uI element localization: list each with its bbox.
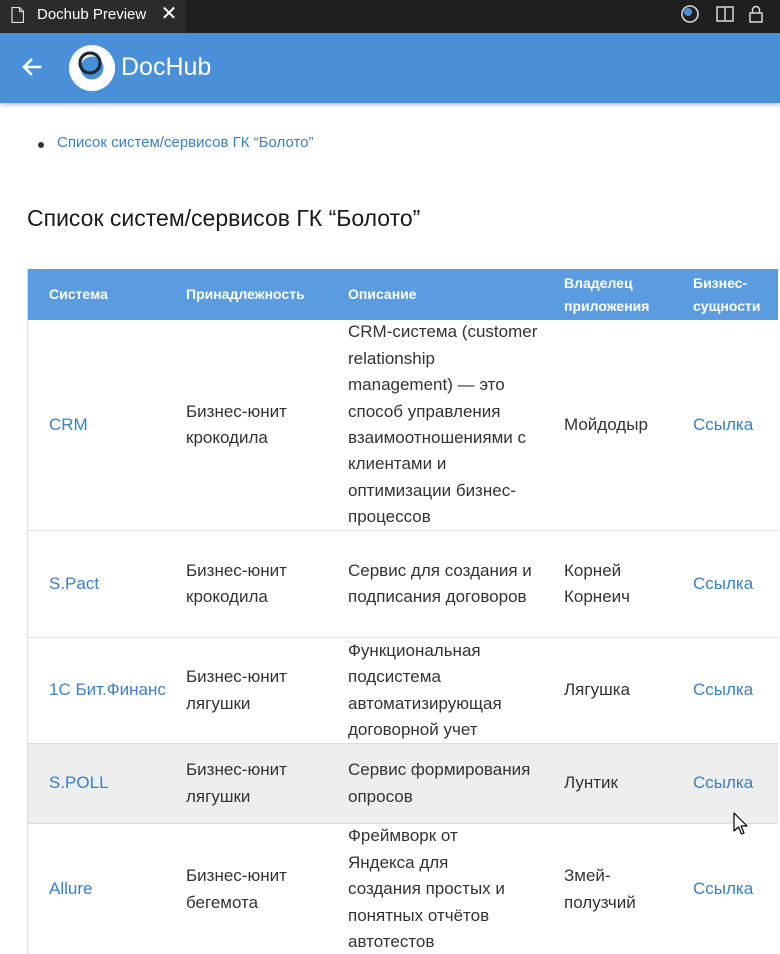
table-row: S.POLL Бизнес-юнит лягушки Сервис формир… — [28, 744, 778, 824]
ownership-cell: Бизнес-юнит бегемота — [186, 866, 287, 912]
ownership-cell: Бизнес-юнит крокодила — [186, 560, 287, 606]
system-link[interactable]: Allure — [49, 824, 179, 954]
file-icon — [11, 6, 25, 24]
table-row: 1С Бит.Финанс Бизнес-юнит лягушки Функци… — [28, 638, 778, 744]
back-arrow-icon[interactable] — [20, 55, 44, 79]
list-bullet — [38, 142, 44, 148]
table-row: S.Pact Бизнес-юнит крокодила Сервис для … — [28, 531, 778, 638]
close-icon[interactable]: ✕ — [160, 3, 178, 25]
page-title: Список систем/сервисов ГК “Болото” — [27, 205, 421, 231]
lock-icon[interactable] — [746, 4, 766, 24]
app-owner-cell: Мойдодыр — [564, 414, 648, 434]
mouse-cursor-icon — [733, 812, 751, 838]
tab-title: Dochub Preview — [37, 6, 147, 23]
tab-dochub-preview[interactable]: Dochub Preview ✕ — [0, 0, 186, 33]
app-owner-cell: Лягушка — [564, 680, 630, 700]
app-header: DocHub — [0, 33, 780, 103]
column-header-app-owner[interactable]: Владелец приложения — [564, 269, 664, 320]
description-cell: Функциональная подсистема автоматизирующ… — [348, 640, 502, 739]
app-owner-cell: Змей-полузчий — [564, 866, 636, 912]
split-editor-icon[interactable] — [715, 4, 735, 24]
system-link[interactable]: S.POLL — [49, 744, 179, 823]
toc-link[interactable]: Список систем/сервисов ГК “Болото” — [57, 134, 314, 151]
description-cell: CRM-система (customer relationship manag… — [348, 322, 538, 527]
description-cell: Фреймворк от Яндекса для создания просты… — [348, 826, 505, 952]
app-owner-cell: Корней Корнеич — [564, 560, 631, 606]
system-link[interactable]: 1С Бит.Финанс — [49, 638, 179, 743]
column-header-ownership[interactable]: Принадлежность — [186, 269, 336, 320]
editor-tab-bar: Dochub Preview ✕ — [0, 0, 780, 33]
app-owner-cell: Лунтик — [564, 773, 618, 793]
entities-link[interactable]: Ссылка — [693, 531, 779, 637]
table-header: Система Принадлежность Описание Владелец… — [28, 269, 778, 320]
entities-link[interactable]: Ссылка — [693, 320, 779, 530]
system-link[interactable]: S.Pact — [49, 531, 179, 637]
app-title: DocHub — [121, 53, 212, 81]
table-row: CRM Бизнес-юнит крокодила CRM-система (c… — [28, 320, 778, 531]
ownership-cell: Бизнес-юнит крокодила — [186, 401, 287, 447]
description-cell: Сервис формирования опросов — [348, 760, 531, 806]
table-row: Allure Бизнес-юнит бегемота Фреймворк от… — [28, 824, 778, 954]
column-header-description[interactable]: Описание — [348, 269, 538, 320]
systems-table: Система Принадлежность Описание Владелец… — [27, 269, 778, 954]
account-sync-icon[interactable] — [680, 4, 700, 24]
description-cell: Сервис для создания и подписания договор… — [348, 560, 532, 606]
entities-link[interactable]: Ссылка — [693, 824, 779, 954]
ownership-cell: Бизнес-юнит лягушки — [186, 760, 287, 806]
column-header-system[interactable]: Система — [49, 269, 179, 320]
system-link[interactable]: CRM — [49, 320, 179, 530]
dochub-logo[interactable] — [69, 45, 115, 91]
entities-link[interactable]: Ссылка — [693, 638, 779, 743]
column-header-business-entities[interactable]: Бизнес-сущности — [693, 269, 773, 320]
ownership-cell: Бизнес-юнит лягушки — [186, 667, 287, 713]
